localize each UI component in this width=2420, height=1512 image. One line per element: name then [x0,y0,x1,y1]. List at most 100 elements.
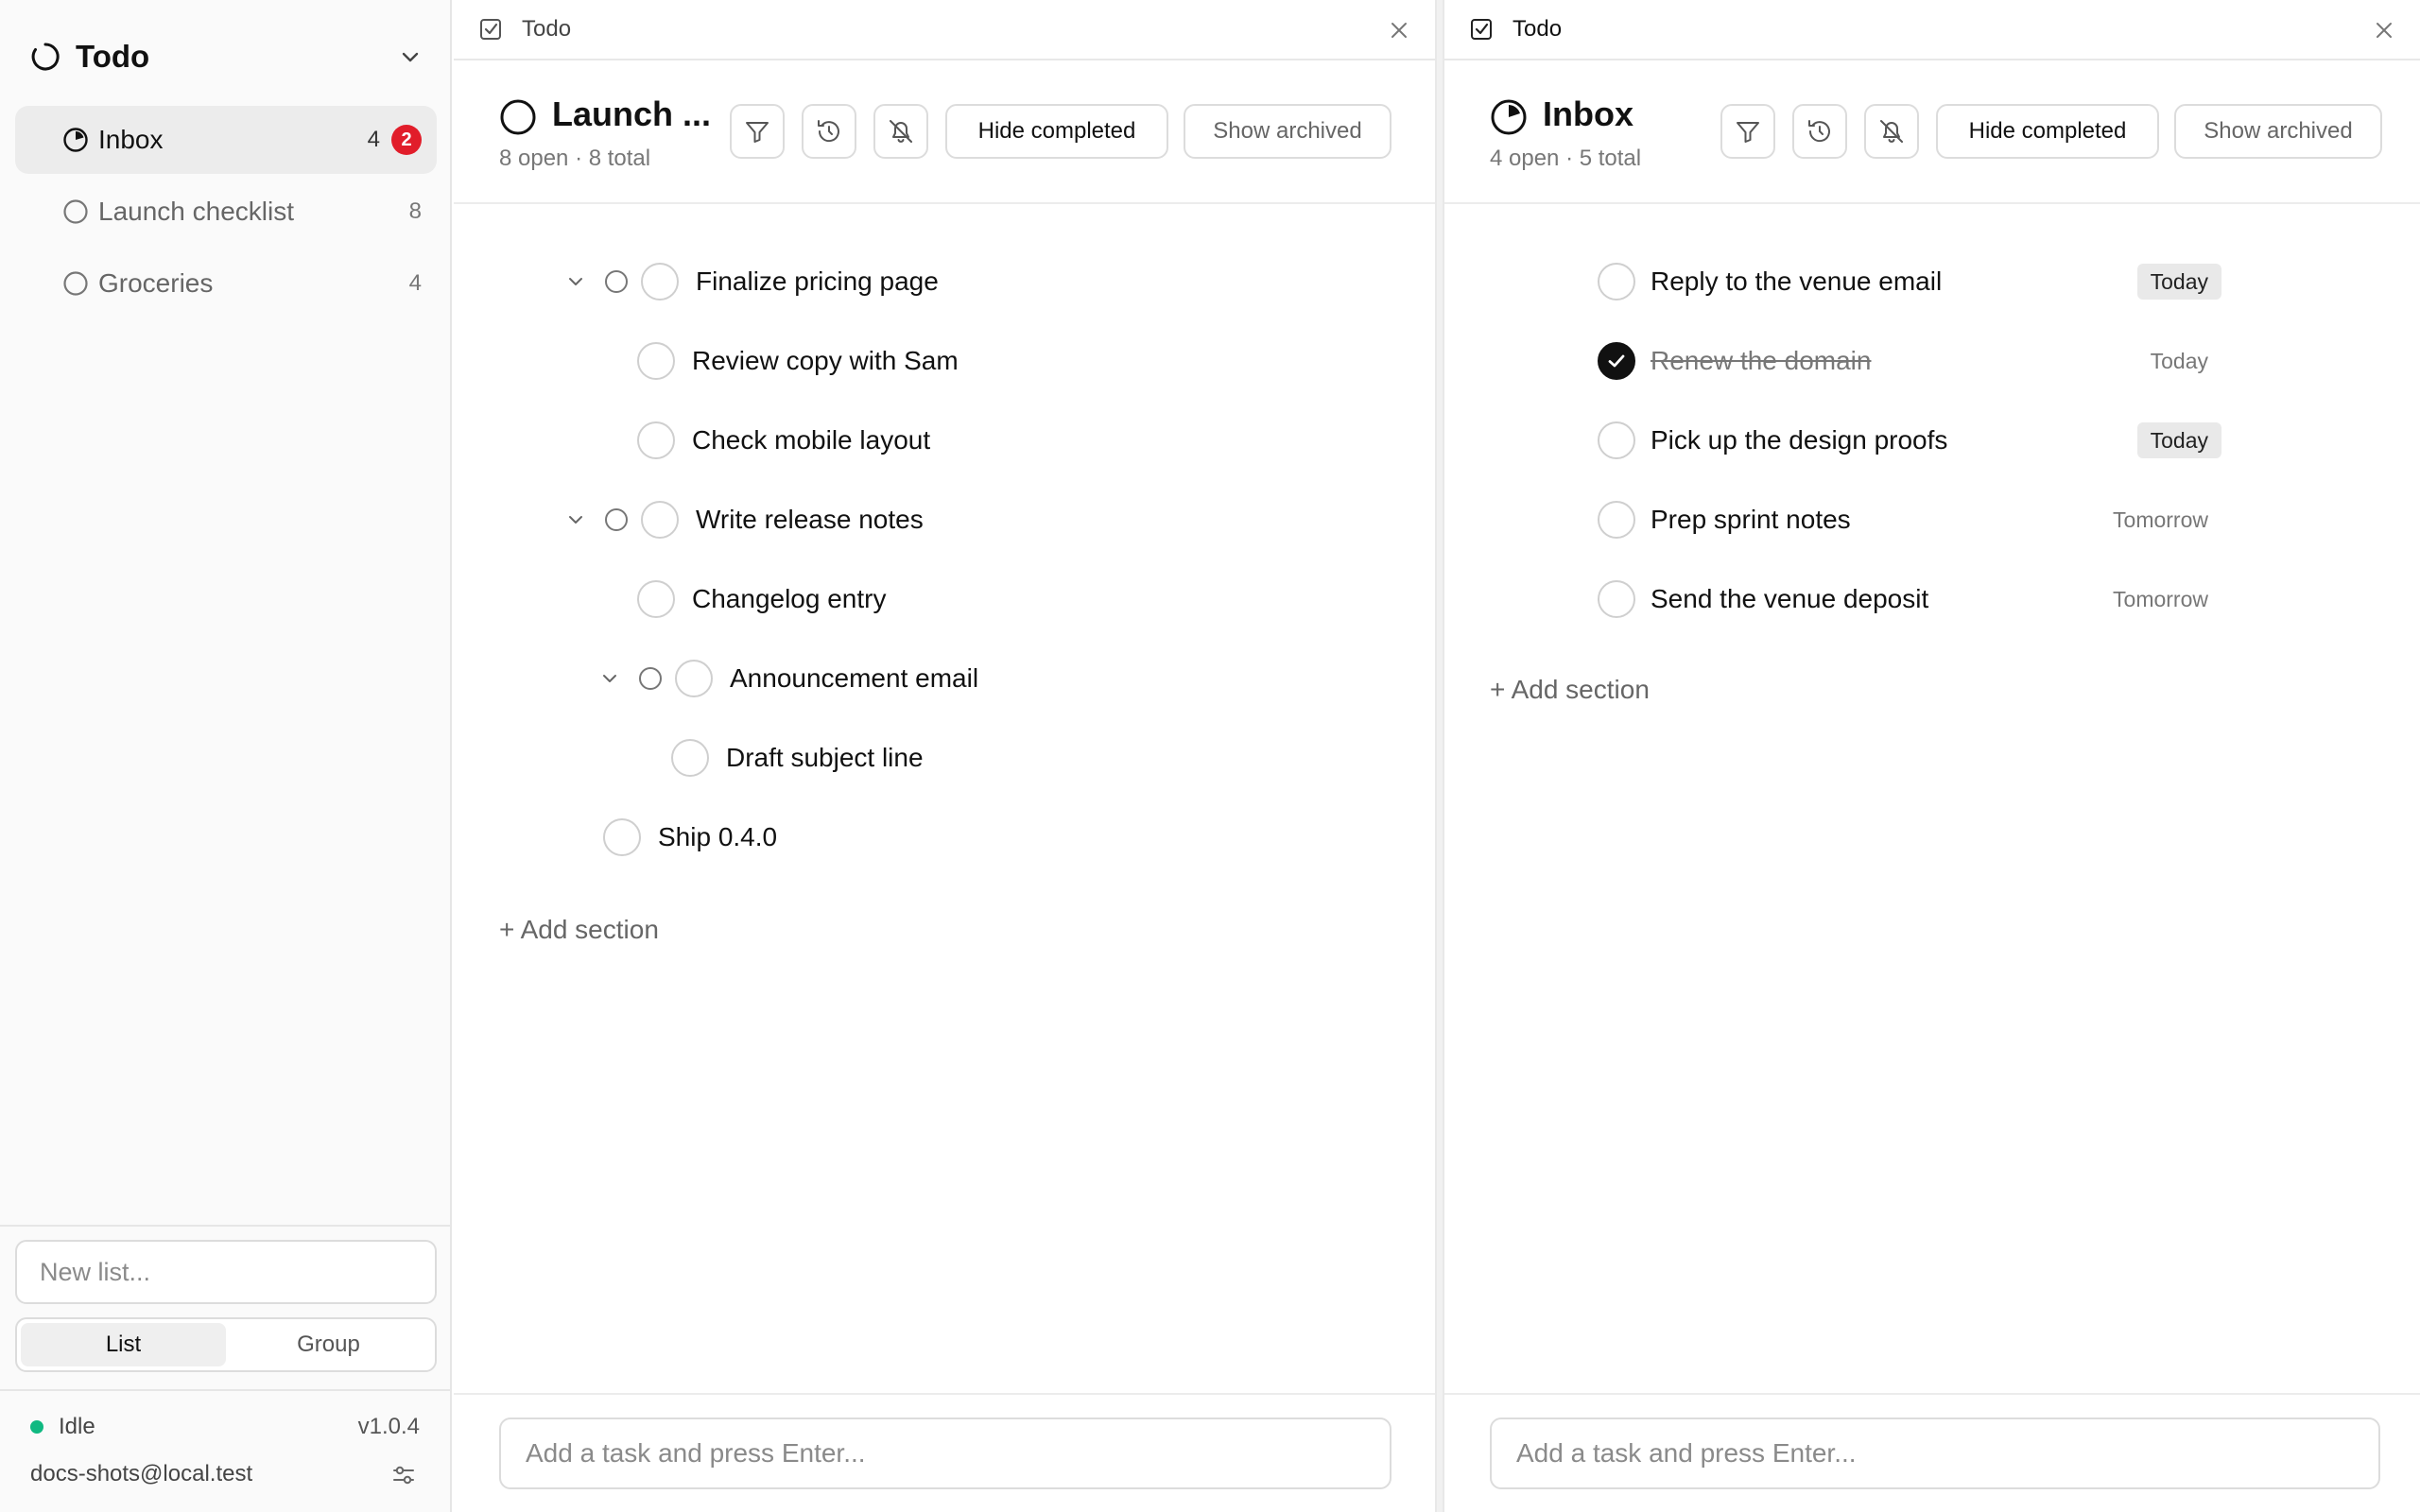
divider [0,1389,452,1391]
filter-button[interactable] [1720,104,1775,159]
task-checkbox[interactable] [637,342,675,380]
task-title[interactable]: Check mobile layout [692,425,930,455]
sidebar-item-inbox[interactable]: Inbox 4 2 [15,106,437,174]
task-checkbox[interactable] [1598,580,1635,618]
task-checkbox[interactable] [675,660,713,697]
task-item: Check mobile layout [454,418,1399,463]
filter-icon [746,122,769,143]
pie-progress-icon [1491,99,1527,135]
sidebar-item-label: Groceries [98,268,214,298]
task-checkbox[interactable] [641,501,679,539]
show-archived-button[interactable]: Show archived [2174,104,2382,159]
due-date-label[interactable]: Tomorrow [2100,502,2221,538]
divider [454,1393,1435,1395]
view-mode-toggle: List Group [15,1317,437,1372]
task-title[interactable]: Write release notes [696,505,924,535]
divider [0,1225,452,1227]
filter-icon [1737,122,1759,143]
task-title[interactable]: Review copy with Sam [692,346,959,376]
list-title: Launch ... [552,94,712,133]
divider [1444,202,2420,204]
divider [454,202,1435,204]
mute-notifications-button[interactable] [873,104,928,159]
sidebar: Todo Inbox 4 2 Launch checklist 8 Grocer… [0,0,452,1512]
task-title[interactable]: Renew the domain [1651,346,1871,376]
task-checkbox[interactable] [1598,501,1635,539]
due-date-badge[interactable]: Today [2136,264,2221,300]
segment-list[interactable]: List [21,1323,226,1366]
history-button[interactable] [802,104,856,159]
pie-progress-icon [63,128,88,152]
list-stats: 8 open · 8 total [499,146,651,171]
close-icon[interactable] [2373,19,2395,42]
sidebar-item-count: 8 [408,198,422,224]
pane-tab[interactable]: Todo [454,0,1435,60]
task-title[interactable]: Draft subject line [726,743,924,773]
list-pane-launch-checklist: Todo Launch ... 8 open · 8 total Hide co… [454,0,1437,1512]
due-date-label[interactable]: Today [2137,343,2221,379]
task-title[interactable]: Ship 0.4.0 [658,822,777,852]
checkbox-icon [1471,19,1492,40]
task-checkbox[interactable] [1598,421,1635,459]
new-list-input[interactable] [15,1240,437,1304]
task-checkbox[interactable] [637,580,675,618]
task-title[interactable]: Changelog entry [692,584,886,614]
filter-button[interactable] [730,104,785,159]
close-icon[interactable] [1388,19,1410,42]
sync-status: Idle [30,1414,95,1440]
history-button[interactable] [1792,104,1847,159]
task-title[interactable]: Announcement email [730,663,978,694]
sidebar-item-count: 4 [408,270,422,296]
subtask-progress-icon [639,667,662,690]
task-item: Draft subject line [454,735,1399,781]
task-item: Ship 0.4.0 [454,815,1399,860]
task-item: Send the venue deposit Tomorrow [1444,576,2390,622]
task-checkbox[interactable] [1598,263,1635,301]
task-title[interactable]: Pick up the design proofs [1651,425,1947,455]
circle-icon [63,199,88,224]
sidebar-item-groceries[interactable]: Groceries 4 [15,249,437,318]
task-title[interactable]: Prep sprint notes [1651,505,1851,535]
chevron-down-icon[interactable] [565,271,586,292]
task-checkbox-checked[interactable] [1598,342,1635,380]
divider [1444,1393,2420,1395]
add-task-input[interactable] [1490,1418,2380,1489]
task-item: Announcement email [454,656,1399,701]
list-title: Inbox [1543,94,1634,133]
task-item: Reply to the venue email Today [1444,259,2390,304]
circle-icon [63,271,88,296]
task-item: Pick up the design proofs Today [1444,418,2390,463]
task-item: Renew the domain Today [1444,338,2390,384]
settings-sliders-icon[interactable] [391,1463,416,1487]
add-section-button[interactable]: + Add section [499,915,659,945]
workspace-switcher[interactable]: Todo [30,38,424,76]
subtask-progress-icon [605,508,628,531]
task-checkbox[interactable] [603,818,641,856]
add-section-button[interactable]: + Add section [1490,675,1650,705]
sidebar-item-label: Launch checklist [98,197,295,226]
due-date-label[interactable]: Tomorrow [2100,581,2221,617]
chevron-down-icon[interactable] [565,509,586,530]
show-archived-button[interactable]: Show archived [1184,104,1392,159]
checkmark-icon [1608,354,1625,368]
task-title[interactable]: Finalize pricing page [696,266,939,297]
mute-notifications-button[interactable] [1864,104,1919,159]
chevron-down-icon[interactable] [397,43,424,70]
chevron-down-icon[interactable] [599,668,620,689]
status-dot [30,1420,43,1434]
sidebar-item-count: 4 [367,127,380,152]
task-checkbox[interactable] [671,739,709,777]
task-checkbox[interactable] [641,263,679,301]
pane-tab[interactable]: Todo [1444,0,2420,60]
progress-ring-icon [31,43,60,71]
segment-group[interactable]: Group [226,1323,431,1366]
sidebar-item-launch-checklist[interactable]: Launch checklist 8 [15,178,437,246]
task-title[interactable]: Reply to the venue email [1651,266,1942,297]
due-date-badge[interactable]: Today [2136,422,2221,458]
add-task-input[interactable] [499,1418,1392,1489]
hide-completed-button[interactable]: Hide completed [945,104,1168,159]
hide-completed-button[interactable]: Hide completed [1936,104,2159,159]
task-title[interactable]: Send the venue deposit [1651,584,1928,614]
task-checkbox[interactable] [637,421,675,459]
tab-label: Todo [522,16,572,42]
